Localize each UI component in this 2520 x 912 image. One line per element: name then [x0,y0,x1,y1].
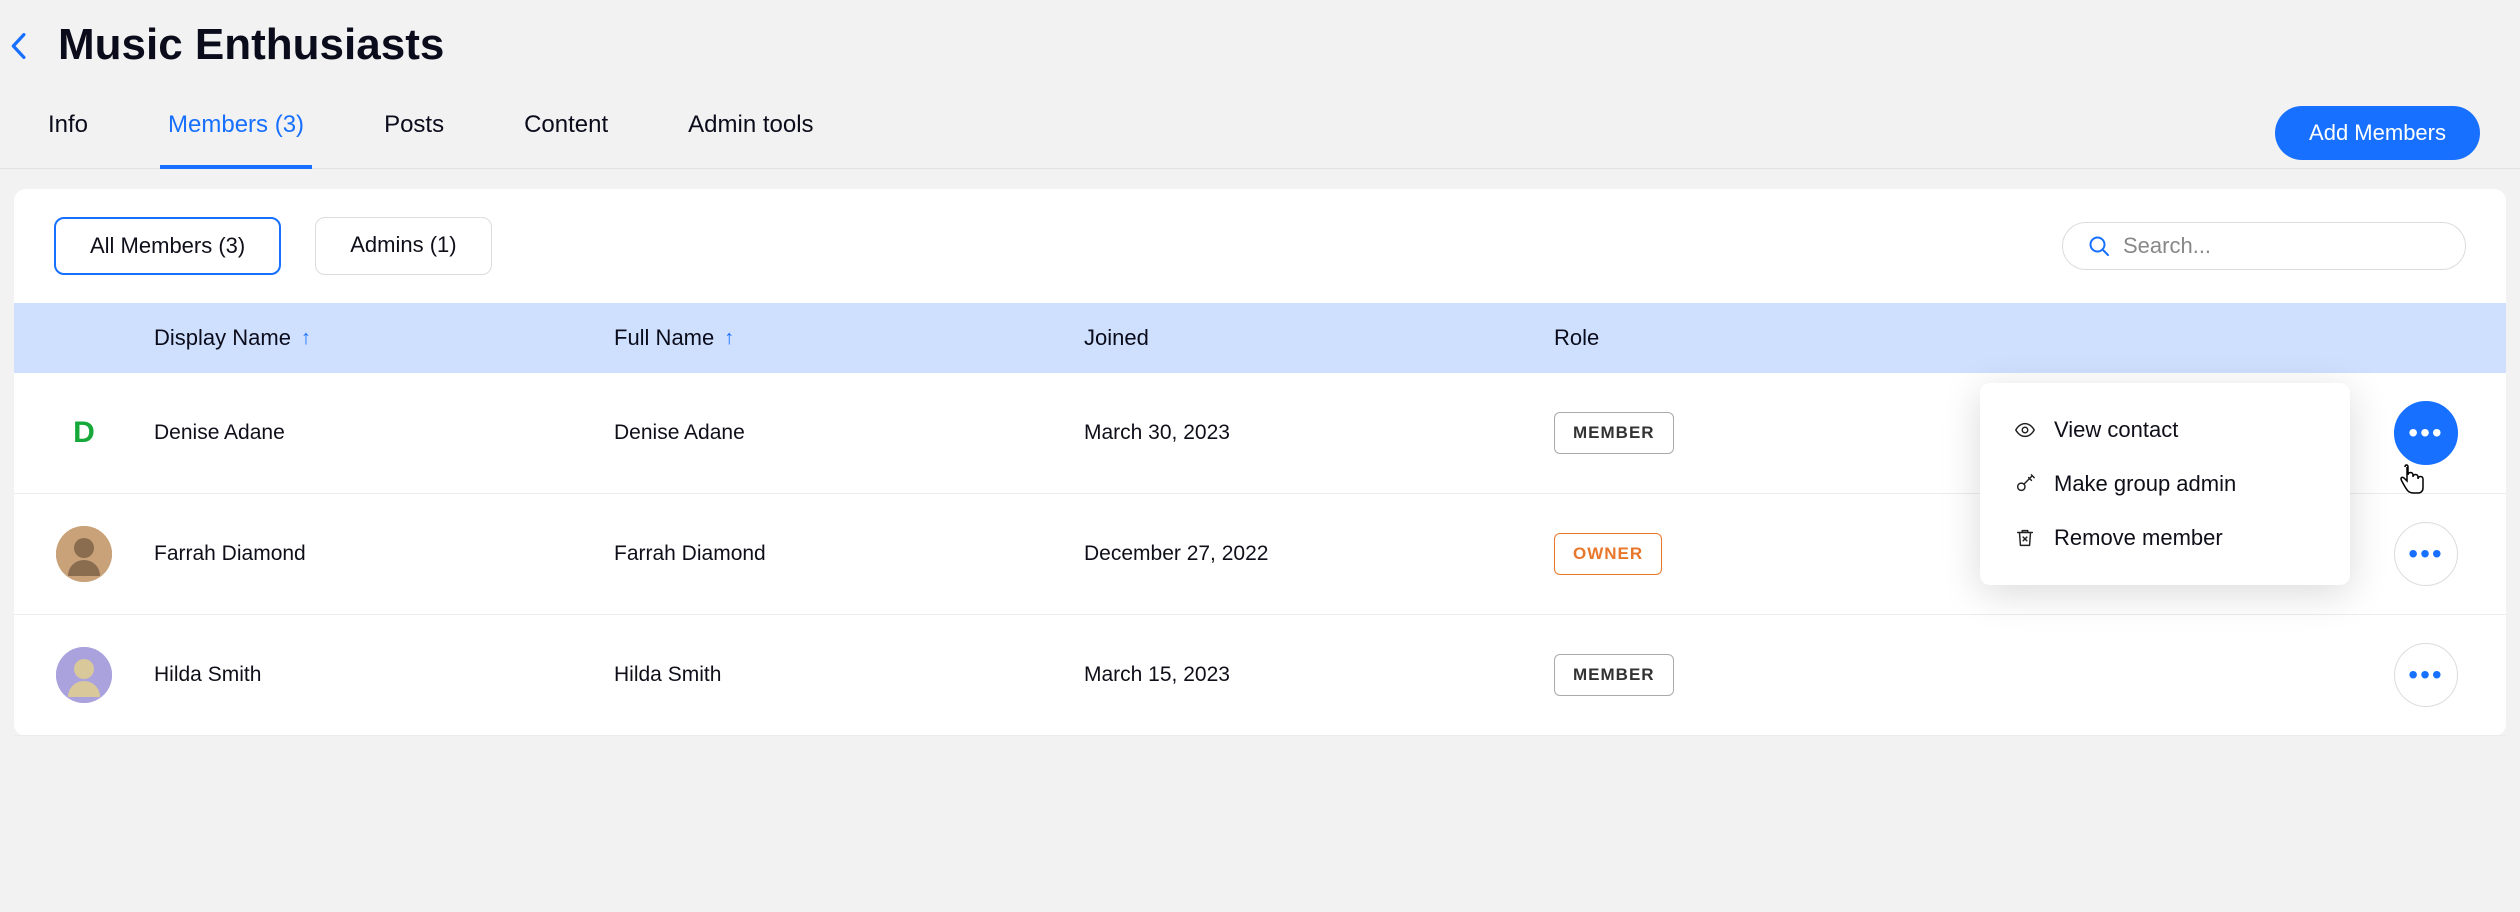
role-badge: MEMBER [1554,412,1674,454]
th-full-name[interactable]: Full Name ↑ [614,325,1084,351]
tab-content[interactable]: Content [516,111,616,169]
filter-admins[interactable]: Admins (1) [315,217,491,275]
menu-item-label: Make group admin [2054,471,2236,497]
th-display-name-label: Display Name [154,325,291,351]
avatar [56,526,112,582]
table-row: Hilda Smith Hilda Smith March 15, 2023 M… [14,615,2506,736]
cell-joined: March 30, 2023 [1084,421,1554,445]
more-icon: ••• [2408,661,2443,689]
role-badge: OWNER [1554,533,1662,575]
th-joined-label: Joined [1084,325,1149,351]
tab-members[interactable]: Members (3) [160,111,312,169]
cell-full-name: Denise Adane [614,421,1084,445]
back-arrow-icon[interactable] [10,33,28,66]
menu-remove-member[interactable]: Remove member [1980,511,2350,565]
add-members-button[interactable]: Add Members [2275,106,2480,160]
key-icon [2014,473,2036,495]
menu-item-label: Remove member [2054,525,2223,551]
avatar: D [56,405,112,461]
search-input[interactable] [2123,233,2441,259]
tab-info[interactable]: Info [40,111,96,169]
avatar [56,647,112,703]
search-field[interactable] [2062,222,2466,270]
cell-full-name: Farrah Diamond [614,542,1084,566]
row-more-button[interactable]: ••• [2394,522,2458,586]
th-role-label: Role [1554,325,1599,351]
th-joined[interactable]: Joined [1084,325,1554,351]
th-role[interactable]: Role [1554,325,2346,351]
trash-icon [2014,527,2036,549]
menu-view-contact[interactable]: View contact [1980,403,2350,457]
eye-icon [2014,419,2036,441]
cell-joined: March 15, 2023 [1084,663,1554,687]
cell-joined: December 27, 2022 [1084,542,1554,566]
row-actions-menu: View contact Make group admin Remove mem… [1980,383,2350,585]
sort-arrow-icon: ↑ [724,327,734,350]
more-icon: ••• [2408,419,2443,447]
search-icon [2087,234,2111,258]
cell-display-name: Farrah Diamond [154,542,614,566]
more-icon: ••• [2408,540,2443,568]
table-header: Display Name ↑ Full Name ↑ Joined Role [14,303,2506,373]
row-more-button[interactable]: ••• [2394,643,2458,707]
cell-full-name: Hilda Smith [614,663,1084,687]
cell-display-name: Denise Adane [154,421,614,445]
tab-admin-tools[interactable]: Admin tools [680,111,821,169]
th-display-name[interactable]: Display Name ↑ [154,325,614,351]
role-badge: MEMBER [1554,654,1674,696]
sort-arrow-icon: ↑ [301,327,311,350]
th-full-name-label: Full Name [614,325,714,351]
row-more-button[interactable]: ••• [2394,401,2458,465]
cell-display-name: Hilda Smith [154,663,614,687]
tab-posts[interactable]: Posts [376,111,452,169]
menu-item-label: View contact [2054,417,2178,443]
page-title: Music Enthusiasts [58,20,444,70]
menu-make-admin[interactable]: Make group admin [1980,457,2350,511]
filter-all-members[interactable]: All Members (3) [54,217,281,275]
